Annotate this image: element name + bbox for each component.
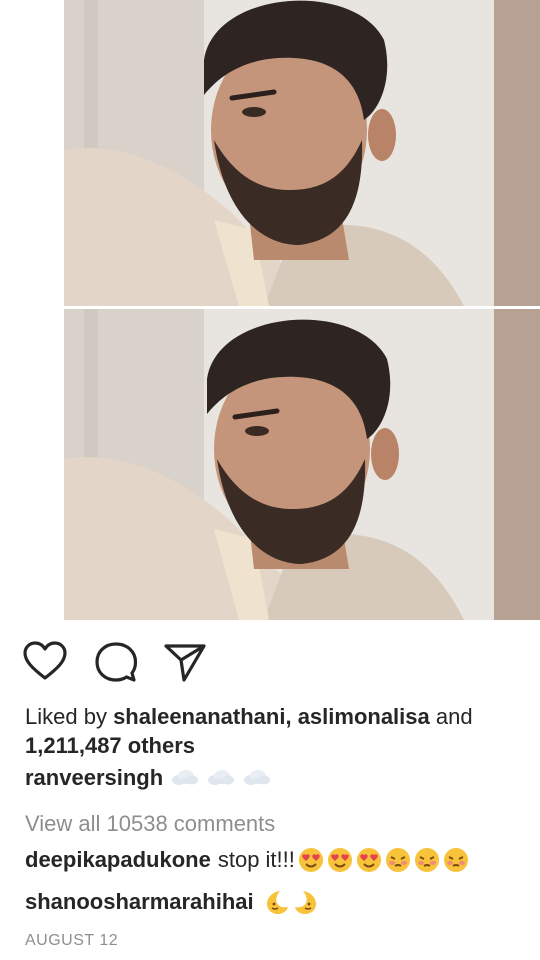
comment-username[interactable]: shanoosharmarahihai	[25, 888, 254, 916]
post-photo-top[interactable]	[64, 0, 540, 306]
like-button[interactable]	[22, 640, 67, 684]
portrait-photo-top	[64, 0, 540, 306]
caption-emojis	[171, 764, 273, 792]
portrait-photo-bottom	[64, 309, 540, 620]
caption-username[interactable]: ranveersingh	[25, 764, 163, 792]
likes-and: and	[429, 704, 473, 729]
comment-button[interactable]	[94, 640, 138, 684]
likes-separator: ,	[285, 704, 298, 729]
blushing-emoji-icon	[414, 848, 439, 872]
likes-count[interactable]: 1,211,487 others	[25, 733, 195, 758]
crescent-moon-face-icon	[266, 891, 288, 914]
liker-username-2[interactable]: aslimonalisa	[298, 704, 430, 729]
blushing-emoji-icon	[385, 848, 410, 872]
post-media[interactable]	[0, 0, 540, 620]
heart-outline-icon	[23, 641, 67, 680]
heart-eyes-emoji-icon	[327, 848, 352, 872]
view-all-comments-link[interactable]: View all 10538 comments	[25, 810, 275, 838]
share-button[interactable]	[162, 640, 206, 684]
cloud-icon	[208, 770, 235, 785]
paper-plane-icon	[164, 644, 206, 682]
liker-username-1[interactable]: shaleenanathani	[113, 704, 285, 729]
heart-eyes-emoji-icon	[298, 848, 323, 872]
cloud-icon	[172, 770, 199, 785]
heart-eyes-emoji-icon	[356, 848, 381, 872]
likes-summary: Liked by shaleenanathani, aslimonalisa a…	[25, 702, 525, 760]
post-photo-bottom[interactable]	[64, 309, 540, 620]
crescent-moon-face-icon	[294, 891, 316, 914]
comment-text: stop it!!!	[217, 847, 295, 872]
comment-item: shanoosharmarahihai	[25, 888, 319, 916]
comment-item: deepikapadukone stop it!!!	[25, 846, 469, 874]
cloud-icon	[244, 770, 271, 785]
comment-bubble-icon	[95, 642, 138, 682]
comment-username[interactable]: deepikapadukone	[25, 846, 211, 874]
likes-prefix: Liked by	[25, 704, 114, 729]
blushing-emoji-icon	[443, 848, 468, 872]
post-date: AUGUST 12	[25, 932, 119, 949]
post-caption: ranveersingh	[25, 764, 273, 792]
action-bar	[22, 640, 522, 684]
